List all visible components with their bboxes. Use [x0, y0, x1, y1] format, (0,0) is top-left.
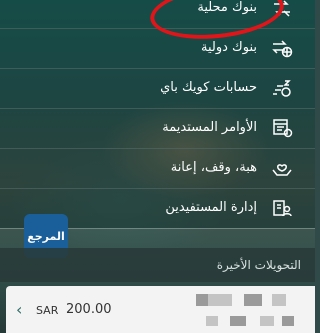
menu-item-label: إدارة المستفيدين: [165, 200, 257, 215]
menu-item-standing-orders[interactable]: الأوامر المستديمة: [0, 108, 315, 149]
donation-hands-icon: [271, 157, 293, 179]
standing-orders-icon: [271, 117, 293, 139]
menu-item-label: الأوامر المستديمة: [162, 120, 257, 135]
menu-item-label: حسابات كويك باي: [160, 80, 257, 95]
menu-item-local-banks[interactable]: بنوك محلية: [0, 0, 315, 29]
international-transfer-icon: [271, 37, 293, 59]
recent-transfers-title: التحويلات الأخيرة: [216, 258, 301, 272]
transaction-row[interactable]: ‹ SAR 200.00: [6, 286, 315, 333]
transfer-arrow-icon: [271, 0, 293, 19]
menu-item-label: بنوك محلية: [197, 0, 257, 15]
beneficiaries-icon: [271, 197, 293, 219]
menu-item-international-banks[interactable]: بنوك دولية: [0, 28, 315, 69]
menu-item-quick-pay[interactable]: حسابات كويك باي: [0, 68, 315, 109]
recent-transfers-header: التحويلات الأخيرة: [0, 248, 315, 282]
menu-item-donation[interactable]: هبة، وقف، إعانة: [0, 148, 315, 189]
chevron-left-icon: ‹: [16, 300, 23, 319]
transaction-amount: 200.00: [66, 302, 112, 317]
menu-item-label: هبة، وقف، إعانة: [170, 160, 257, 175]
logo-text: المرجع: [27, 229, 65, 243]
quick-pay-icon: [271, 77, 293, 99]
transaction-currency: SAR: [36, 304, 59, 317]
menu-item-label: بنوك دولية: [200, 40, 257, 55]
